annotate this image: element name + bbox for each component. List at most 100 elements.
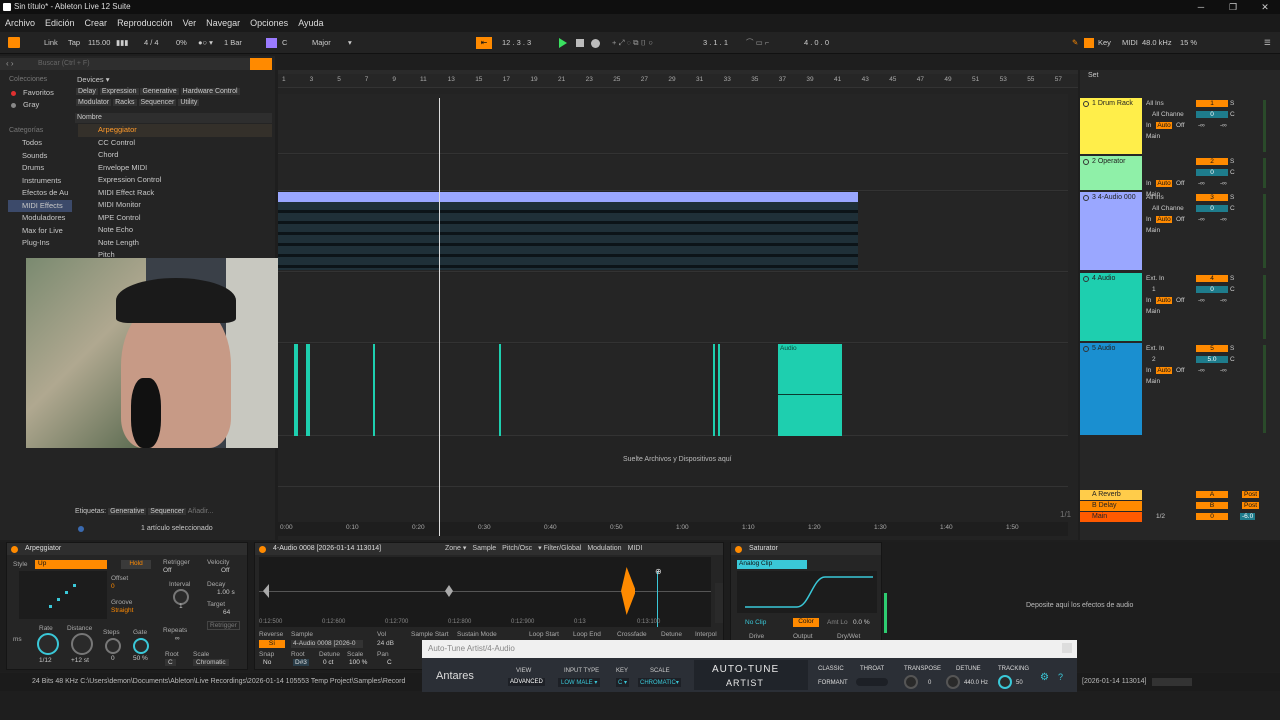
draw-mode-icon[interactable]: ✎ xyxy=(1072,37,1078,49)
pan-field[interactable]: C xyxy=(1230,205,1235,212)
style-select[interactable]: Up xyxy=(35,560,107,569)
collection-gray[interactable]: Gray xyxy=(23,99,39,112)
return-track-name[interactable]: B Delay xyxy=(1092,502,1117,509)
tab-zone[interactable]: Zone ▾ xyxy=(445,545,466,552)
category-instruments[interactable]: Instruments xyxy=(8,175,72,188)
category-max-for-live[interactable]: Max for Live xyxy=(8,225,72,238)
track-header[interactable]: 1 Drum Rack xyxy=(1080,98,1142,154)
tracking-knob[interactable] xyxy=(998,675,1012,689)
category-todos[interactable]: Todos xyxy=(8,137,72,150)
quantize-select[interactable]: 1 Bar xyxy=(224,37,242,49)
clip-slice[interactable] xyxy=(373,344,375,436)
clip-slice[interactable] xyxy=(718,344,720,436)
input-type-select[interactable]: Ext. In xyxy=(1146,345,1190,352)
menu-overflow-icon[interactable]: ☰ xyxy=(1264,37,1271,49)
play-icon[interactable] xyxy=(559,38,567,48)
audio-clip-body[interactable] xyxy=(278,202,858,270)
output-select[interactable]: Main xyxy=(1146,308,1160,315)
arpeggiator-title[interactable]: Arpeggiator xyxy=(7,543,247,555)
input-channel-select[interactable]: 1 xyxy=(1152,286,1196,293)
return-activator[interactable]: 0 xyxy=(1196,513,1228,520)
bar-ruler[interactable]: 1 3 5 7 9 11 13 15 17 19 21 23 25 27 29 31 33 35 37 39 41 43 4… xyxy=(278,74,1078,88)
main-ratio-select[interactable]: 1/2 xyxy=(1156,513,1165,520)
post-toggle[interactable]: Post xyxy=(1242,502,1260,509)
track-header[interactable]: 2 Operator xyxy=(1080,156,1142,190)
monitor-off-button[interactable]: Off xyxy=(1176,216,1185,223)
track-name[interactable]: 1 Drum Rack xyxy=(1092,100,1133,107)
monitor-auto-button[interactable]: Auto xyxy=(1156,180,1172,187)
key-map-icon[interactable] xyxy=(1084,38,1094,48)
volume-field[interactable]: 0 xyxy=(1196,286,1228,293)
track-fold-icon[interactable] xyxy=(1083,101,1089,107)
tab-modulation[interactable]: Modulation xyxy=(587,545,621,552)
tab-filter-global[interactable]: ▾ Filter/Global xyxy=(538,545,581,552)
peak-meter-value[interactable]: -∞ xyxy=(1198,122,1205,129)
waveform-display[interactable]: ⊕ xyxy=(259,557,711,627)
velocity-value[interactable]: Off xyxy=(221,567,230,574)
throat-slider[interactable] xyxy=(856,678,888,686)
peak-meter-value[interactable]: -∞ xyxy=(1220,297,1227,304)
device-power-icon[interactable] xyxy=(735,546,742,553)
browser-item-envelope-midi[interactable]: Envelope MIDI xyxy=(78,162,272,175)
arrangement-position-toggle[interactable]: ⇤ xyxy=(476,37,492,49)
output-select[interactable]: Main xyxy=(1146,378,1160,385)
audio-clip-header[interactable] xyxy=(278,192,858,202)
track-activator[interactable]: 3 xyxy=(1196,194,1228,201)
record-icon[interactable] xyxy=(591,39,600,48)
track-header[interactable]: 3 4-Audio 000 xyxy=(1080,192,1142,270)
track-activator[interactable]: 1 xyxy=(1196,100,1228,107)
zoom-icon[interactable]: ⊕ xyxy=(655,567,662,576)
monitor-in-button[interactable]: In xyxy=(1146,180,1151,187)
retrigger-button[interactable]: Retrigger xyxy=(207,621,240,630)
monitor-off-button[interactable]: Off xyxy=(1176,180,1185,187)
monitor-auto-button[interactable]: Auto xyxy=(1156,122,1172,129)
distance-knob[interactable] xyxy=(71,633,93,655)
saturator-mode-select[interactable]: Analog Clip xyxy=(737,560,807,569)
menu-navegar[interactable]: Navegar xyxy=(201,14,245,32)
no-clip-select[interactable]: No Clip xyxy=(745,619,766,626)
input-channel-select[interactable]: All Channe xyxy=(1152,205,1196,212)
link-button[interactable]: Link xyxy=(44,37,58,49)
filter-generative[interactable]: Generative xyxy=(140,88,179,95)
monitor-auto-button[interactable]: Auto xyxy=(1156,297,1172,304)
main-volume[interactable]: -6.0 xyxy=(1240,513,1256,520)
post-toggle[interactable]: Post xyxy=(1242,491,1260,498)
solo-button[interactable]: S xyxy=(1230,158,1234,165)
monitor-off-button[interactable]: Off xyxy=(1176,122,1185,129)
browser-options-icon[interactable] xyxy=(250,58,272,70)
filter-expression[interactable]: Expression xyxy=(99,88,139,95)
peak-meter-value[interactable]: -∞ xyxy=(1198,180,1205,187)
track-activator[interactable]: 4 xyxy=(1196,275,1228,282)
tempo-field[interactable]: 115.00 xyxy=(88,37,110,49)
filter-utility[interactable]: Utility xyxy=(178,99,200,106)
clip-slice[interactable] xyxy=(294,344,298,436)
pan-field[interactable]: C xyxy=(1230,169,1235,176)
preview-icon[interactable] xyxy=(78,526,84,532)
track-activator[interactable]: 2 xyxy=(1196,158,1228,165)
track-name[interactable]: 3 4-Audio 000 xyxy=(1092,194,1136,201)
groove-value[interactable]: Straight xyxy=(111,607,133,614)
amt-lo-value[interactable]: 0.0 % xyxy=(853,619,870,626)
menu-opciones[interactable]: Opciones xyxy=(245,14,293,32)
formant-button[interactable]: FORMANT xyxy=(818,680,848,686)
scale-mode-icon[interactable] xyxy=(266,38,277,48)
decay-value[interactable]: 1.00 s xyxy=(217,589,235,596)
lane-4-audio[interactable] xyxy=(278,192,1068,272)
track-activator[interactable]: 5 xyxy=(1196,345,1228,352)
gate-knob[interactable] xyxy=(133,638,149,654)
maximize-button[interactable]: ❐ xyxy=(1218,0,1248,14)
return-activator[interactable]: B xyxy=(1196,502,1228,509)
tag-generative[interactable]: Generative xyxy=(108,508,147,515)
peak-meter-value[interactable]: -∞ xyxy=(1220,180,1227,187)
swing-field[interactable]: 0% xyxy=(176,37,187,49)
filter-sequencer[interactable]: Sequencer xyxy=(138,99,177,106)
root-select[interactable]: C xyxy=(165,659,176,666)
autotune-close-icon[interactable] xyxy=(1062,643,1072,653)
steps-knob[interactable] xyxy=(105,638,121,654)
category-sounds[interactable]: Sounds xyxy=(8,150,72,163)
monitor-in-button[interactable]: In xyxy=(1146,367,1151,374)
solo-button[interactable]: S xyxy=(1230,194,1234,201)
category-midi-effects[interactable]: MIDI Effects xyxy=(8,199,72,212)
category-plugins[interactable]: Plug-Ins xyxy=(8,237,72,250)
time-ruler[interactable]: 0:00 0:10 0:20 0:30 0:40 0:50 1:00 1:10 1:20 1:30… xyxy=(278,522,1068,536)
